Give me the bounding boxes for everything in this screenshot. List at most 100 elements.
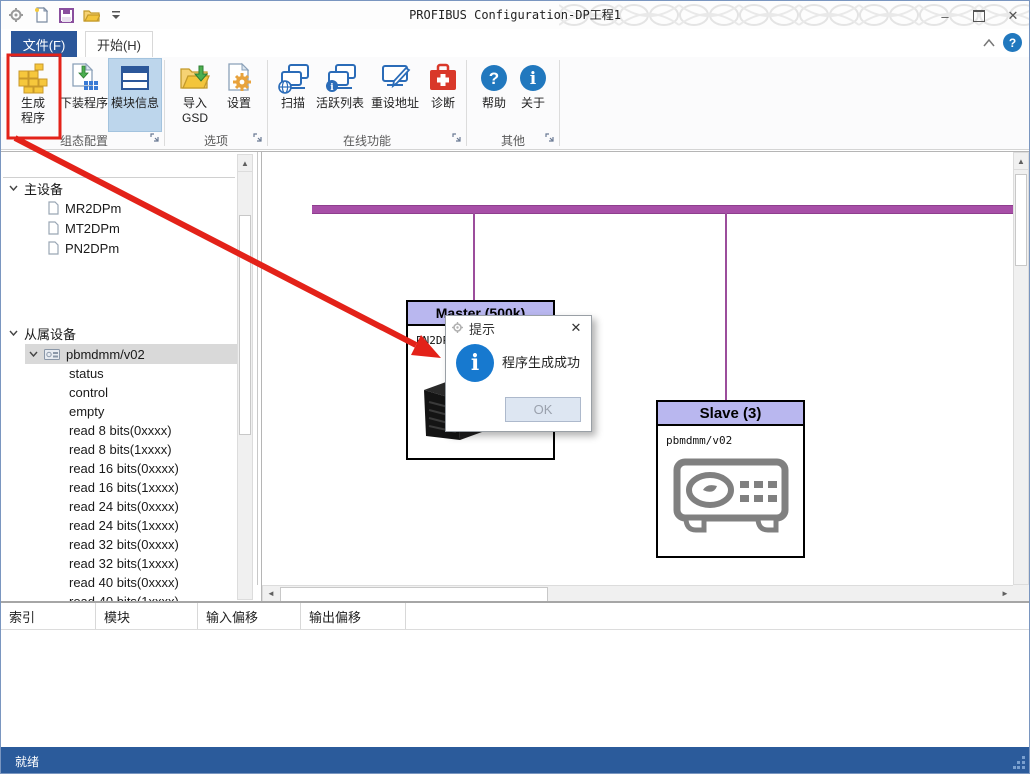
tree-item-module[interactable]: read 8 bits(1xxxx) (1, 440, 237, 459)
module-table-header: 索引 模块 输入偏移 输出偏移 (1, 603, 1029, 630)
canvas-hscrollbar-thumb[interactable] (280, 587, 548, 602)
slave-node[interactable]: Slave (3) pbmdmm/v02 (656, 400, 805, 558)
scroll-left-icon[interactable]: ◄ (263, 586, 279, 601)
slave-device-image (670, 454, 792, 536)
message-dialog: 提示 ✕ i 程序生成成功 OK (445, 315, 592, 432)
info-icon: i (456, 344, 494, 382)
dialog-launcher-icon[interactable] (545, 132, 555, 146)
tree-item-pn2dpm[interactable]: PN2DPm (1, 238, 237, 258)
tree-spacer (1, 258, 237, 322)
tree-group-masters[interactable]: 主设备 (1, 178, 237, 198)
tree-item-mr2dpm[interactable]: MR2DPm (1, 198, 237, 218)
settings-icon (223, 62, 255, 94)
topology-canvas[interactable]: Master (500k) PN2DPm Slave (3) pbmdmm/v0… (261, 152, 1013, 602)
import-gsd-icon (179, 62, 211, 94)
reset-address-icon (379, 62, 411, 94)
tree-item-module[interactable]: status (1, 364, 237, 383)
reset-address-button[interactable]: 重设地址 (367, 59, 423, 131)
help-icon: ? (478, 62, 510, 94)
column-header-index[interactable]: 索引 (1, 603, 96, 629)
open-folder-icon[interactable] (82, 6, 100, 24)
dialog-launcher-icon[interactable] (253, 132, 263, 146)
active-list-button[interactable]: i 活跃列表 (313, 59, 367, 131)
tree-scrollbar[interactable]: ▲ ▼ (237, 154, 253, 600)
ribbon: 生成 程序 下装程序 (1, 57, 1029, 150)
tree-item-module[interactable]: read 40 bits(0xxxx) (1, 573, 237, 592)
window-controls: – ✕ (935, 3, 1023, 29)
tree-item-module[interactable]: control (1, 383, 237, 402)
toolbar-options-icon[interactable] (107, 6, 125, 24)
minimize-button[interactable]: – (935, 6, 955, 26)
dialog-close-icon[interactable]: ✕ (567, 319, 585, 337)
module-info-button[interactable]: 模块信息 (109, 59, 161, 131)
tab-start[interactable]: 开始(H) (85, 31, 153, 57)
tree-item-module[interactable]: read 8 bits(0xxxx) (1, 421, 237, 440)
diagnosis-button[interactable]: 诊断 (423, 59, 463, 131)
download-program-button[interactable]: 下装程序 (59, 59, 109, 131)
ribbon-group-other: ? 帮助 i 关于 其他 (468, 57, 558, 149)
panel-splitter[interactable] (257, 152, 258, 585)
bus-drop-slave (725, 213, 727, 400)
document-icon (48, 241, 59, 255)
ribbon-group-label: 在线功能 (269, 132, 465, 149)
dialog-launcher-icon[interactable] (150, 132, 160, 146)
module-table-body (1, 630, 1029, 748)
scroll-right-icon[interactable]: ► (997, 586, 1013, 601)
about-button[interactable]: i 关于 (514, 59, 552, 131)
tree-item-module[interactable]: read 16 bits(1xxxx) (1, 478, 237, 497)
tree-item-module[interactable]: read 16 bits(0xxxx) (1, 459, 237, 478)
dialog-launcher-icon[interactable] (452, 132, 462, 146)
ribbon-group-online: 扫描 i 活跃列表 (269, 57, 465, 149)
app-gear-icon[interactable] (7, 6, 25, 24)
ok-button[interactable]: OK (505, 397, 581, 422)
tree-item-pbmdmm[interactable]: pbmdmm/v02 (1, 344, 237, 364)
status-bar: 就绪 (1, 747, 1029, 774)
ribbon-group-config: 生成 程序 下装程序 (5, 57, 163, 149)
tree-item-mt2dpm[interactable]: MT2DPm (1, 218, 237, 238)
resize-grip[interactable] (1013, 756, 1026, 772)
column-header-input-offset[interactable]: 输入偏移 (198, 603, 301, 629)
tree-item-module[interactable]: read 32 bits(1xxxx) (1, 554, 237, 573)
tab-file[interactable]: 文件(F) (11, 31, 77, 57)
generate-program-button[interactable]: 生成 程序 (7, 59, 59, 131)
tree-scrollbar-thumb[interactable] (239, 215, 251, 435)
dialog-gear-icon (452, 321, 463, 336)
document-icon (48, 201, 59, 215)
tree-item-module[interactable]: read 24 bits(1xxxx) (1, 516, 237, 535)
document-icon (48, 221, 59, 235)
ribbon-group-label: 选项 (166, 132, 266, 149)
canvas-vscrollbar[interactable]: ▲ ▼ (1013, 152, 1029, 585)
ribbon-separator (164, 60, 165, 146)
tree-item-module[interactable]: empty (1, 402, 237, 421)
scroll-up-icon[interactable]: ▲ (238, 155, 252, 172)
tree-item-module[interactable]: read 32 bits(0xxxx) (1, 535, 237, 554)
collapse-ribbon-icon[interactable] (981, 35, 997, 51)
column-header-output-offset[interactable]: 输出偏移 (301, 603, 406, 629)
canvas-vscrollbar-thumb[interactable] (1015, 174, 1027, 266)
bus-drop-master (473, 213, 475, 300)
tree-item-module[interactable]: read 24 bits(0xxxx) (1, 497, 237, 516)
tree-group-slaves[interactable]: 从属设备 (1, 322, 237, 344)
scan-button[interactable]: 扫描 (273, 59, 313, 131)
column-header-module[interactable]: 模块 (96, 603, 198, 629)
chevron-down-icon[interactable] (9, 330, 18, 336)
active-list-icon: i (324, 62, 356, 94)
ribbon-help-icon[interactable]: ? (1003, 33, 1022, 52)
scan-icon (277, 62, 309, 94)
new-file-icon[interactable] (32, 6, 50, 24)
close-button[interactable]: ✕ (1003, 6, 1023, 26)
maximize-button[interactable] (969, 6, 989, 26)
canvas-hscrollbar[interactable]: ◄ ► (262, 585, 1013, 602)
import-gsd-button[interactable]: 导入 GSD (172, 59, 218, 131)
ribbon-separator (466, 60, 467, 146)
save-icon[interactable] (57, 6, 75, 24)
help-button[interactable]: ? 帮助 (474, 59, 514, 131)
settings-button[interactable]: 设置 (218, 59, 260, 131)
slave-device-label: pbmdmm/v02 (658, 426, 803, 447)
chevron-down-icon[interactable] (29, 351, 38, 357)
chevron-down-icon[interactable] (9, 185, 18, 191)
scroll-up-icon[interactable]: ▲ (1014, 153, 1028, 170)
scrollbar-corner (1013, 585, 1030, 602)
ribbon-separator (267, 60, 268, 146)
dialog-message: 程序生成成功 (502, 352, 580, 371)
